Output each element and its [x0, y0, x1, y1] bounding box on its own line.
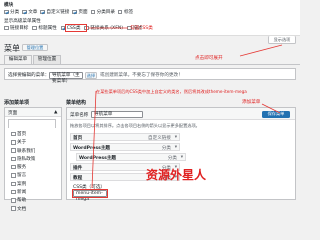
arrow-add-line [261, 103, 281, 114]
checkbox[interactable] [11, 206, 16, 211]
option-label: 文档 [17, 206, 27, 212]
arrow-expand-line [239, 44, 283, 57]
page-checkbox-item[interactable]: 文档 [11, 206, 35, 213]
arrow-note-line [91, 90, 97, 189]
annotation-arrows [88, 27, 283, 189]
